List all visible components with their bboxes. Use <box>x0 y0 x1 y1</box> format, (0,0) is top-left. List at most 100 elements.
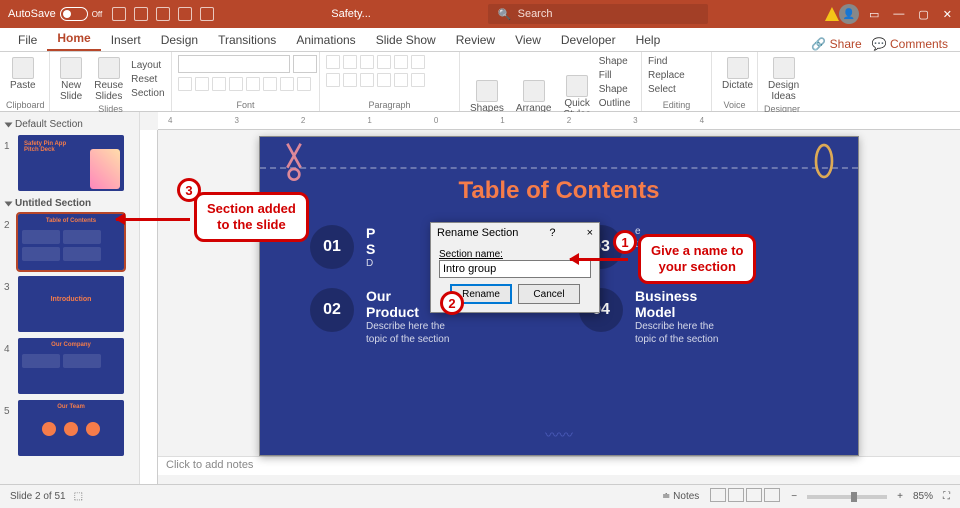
zoom-out-icon[interactable]: − <box>791 491 797 502</box>
close-icon[interactable]: ✕ <box>943 8 952 21</box>
redo-icon[interactable] <box>156 7 170 21</box>
tab-home[interactable]: Home <box>47 27 100 51</box>
fit-slide-icon[interactable]: ⛶ <box>943 491 950 502</box>
italic-icon[interactable] <box>195 77 209 91</box>
zoom-in-icon[interactable]: + <box>897 491 903 502</box>
layout-button[interactable]: Layout <box>131 59 164 73</box>
font-color-icon[interactable] <box>297 77 311 91</box>
reset-button[interactable]: Reset <box>131 73 164 87</box>
bullets-icon[interactable] <box>326 55 340 69</box>
tab-design[interactable]: Design <box>151 29 208 51</box>
numbering-icon[interactable] <box>343 55 357 69</box>
start-icon[interactable] <box>178 7 192 21</box>
qat-dropdown-icon[interactable] <box>200 7 214 21</box>
minimize-icon[interactable]: — <box>893 8 904 21</box>
slide-title[interactable]: Table of Contents <box>260 137 858 205</box>
toc-item-04[interactable]: 04 Business ModelDescribe here the topic… <box>579 288 808 346</box>
sorter-view-icon[interactable] <box>728 488 744 502</box>
section-default[interactable]: Default Section <box>0 116 139 133</box>
tab-view[interactable]: View <box>505 29 551 51</box>
user-avatar[interactable]: 👤 <box>839 4 859 24</box>
shape-outline-button[interactable]: Shape Outline <box>599 83 635 111</box>
reading-view-icon[interactable] <box>746 488 762 502</box>
search-box[interactable]: 🔍 Search <box>488 4 708 24</box>
reuse-slides-button[interactable]: Reuse Slides <box>90 55 127 104</box>
new-slide-button[interactable]: New Slide <box>56 55 86 104</box>
slide-thumb-5[interactable]: Our Team <box>18 400 124 456</box>
justify-icon[interactable] <box>377 73 391 87</box>
notes-toggle[interactable]: ≐ Notes <box>662 491 699 502</box>
annotation-circle-1: 1 <box>613 230 637 254</box>
tab-transitions[interactable]: Transitions <box>208 29 286 51</box>
select-button[interactable]: Select <box>648 83 685 97</box>
save-icon[interactable] <box>112 7 126 21</box>
case-icon[interactable] <box>280 77 294 91</box>
replace-button[interactable]: Replace <box>648 69 685 83</box>
shapes-button[interactable]: Shapes <box>466 78 508 116</box>
line-spacing-icon[interactable] <box>394 55 408 69</box>
slide-thumb-3[interactable]: Introduction <box>18 276 124 332</box>
autosave-switch-icon[interactable] <box>60 7 88 21</box>
collapse-icon <box>5 201 13 206</box>
document-name[interactable]: Safety... <box>331 8 371 20</box>
share-button[interactable]: 🔗 Share <box>811 37 861 51</box>
bold-icon[interactable] <box>178 77 192 91</box>
font-size-field[interactable] <box>293 55 317 73</box>
thumb-row-5[interactable]: 5 Our Team <box>0 398 139 460</box>
maximize-icon[interactable]: ▢ <box>918 8 928 21</box>
title-bar: AutoSave Off Safety... 🔍 Search 👤 ▭ — ▢ … <box>0 0 960 28</box>
slide-thumb-4[interactable]: Our Company <box>18 338 124 394</box>
tab-help[interactable]: Help <box>626 29 671 51</box>
tab-review[interactable]: Review <box>446 29 505 51</box>
find-button[interactable]: Find <box>648 55 685 69</box>
align-right-icon[interactable] <box>360 73 374 87</box>
tab-insert[interactable]: Insert <box>101 29 151 51</box>
shape-fill-button[interactable]: Shape Fill <box>599 55 635 83</box>
shadow-icon[interactable] <box>246 77 260 91</box>
slide-thumb-1[interactable]: Safety Pin App Pitch Deck <box>18 135 124 191</box>
accessibility-icon[interactable]: ⬚ <box>74 491 83 502</box>
cancel-button[interactable]: Cancel <box>518 284 580 304</box>
ribbon-drawing: Shapes Arrange Quick Styles Shape Fill S… <box>460 52 642 111</box>
text-dir-icon[interactable] <box>411 55 425 69</box>
section-untitled[interactable]: Untitled Section <box>0 195 139 212</box>
slideshow-view-icon[interactable] <box>764 488 780 502</box>
slide-counter[interactable]: Slide 2 of 51 <box>10 491 66 502</box>
thumb-row-3[interactable]: 3 Introduction <box>0 274 139 336</box>
arrange-button[interactable]: Arrange <box>512 78 556 116</box>
annotation-circle-3: 3 <box>177 178 201 202</box>
comments-button[interactable]: 💬 Comments <box>872 37 948 51</box>
shapes-icon <box>476 80 498 102</box>
tab-developer[interactable]: Developer <box>551 29 626 51</box>
columns-icon[interactable] <box>394 73 408 87</box>
spacing-icon[interactable] <box>263 77 277 91</box>
tab-file[interactable]: File <box>8 29 47 51</box>
strike-icon[interactable] <box>229 77 243 91</box>
smartart-icon[interactable] <box>411 73 425 87</box>
paste-button[interactable]: Paste <box>6 55 40 93</box>
underline-icon[interactable] <box>212 77 226 91</box>
dictate-button[interactable]: Dictate <box>718 55 757 93</box>
normal-view-icon[interactable] <box>710 488 726 502</box>
zoom-slider[interactable] <box>807 495 887 499</box>
align-center-icon[interactable] <box>343 73 357 87</box>
thumb-row-1[interactable]: 1 Safety Pin App Pitch Deck <box>0 133 139 195</box>
dialog-close-icon[interactable]: × <box>587 227 593 239</box>
design-ideas-button[interactable]: Design Ideas <box>764 55 803 104</box>
dialog-help[interactable]: ? <box>518 227 586 239</box>
indent-inc-icon[interactable] <box>377 55 391 69</box>
section-button[interactable]: Section <box>131 87 164 101</box>
tab-slide-show[interactable]: Slide Show <box>366 29 446 51</box>
warning-icon[interactable] <box>825 7 839 21</box>
notes-pane[interactable]: Click to add notes <box>158 456 960 475</box>
align-left-icon[interactable] <box>326 73 340 87</box>
slide-thumb-2[interactable]: Table of Contents <box>18 214 124 270</box>
zoom-level[interactable]: 85% <box>913 491 933 502</box>
ribbon-options-icon[interactable]: ▭ <box>869 8 879 21</box>
thumb-row-4[interactable]: 4 Our Company <box>0 336 139 398</box>
indent-dec-icon[interactable] <box>360 55 374 69</box>
font-name-field[interactable] <box>178 55 290 73</box>
undo-icon[interactable] <box>134 7 148 21</box>
tab-animations[interactable]: Animations <box>286 29 365 51</box>
autosave-toggle[interactable]: AutoSave Off <box>8 7 102 21</box>
